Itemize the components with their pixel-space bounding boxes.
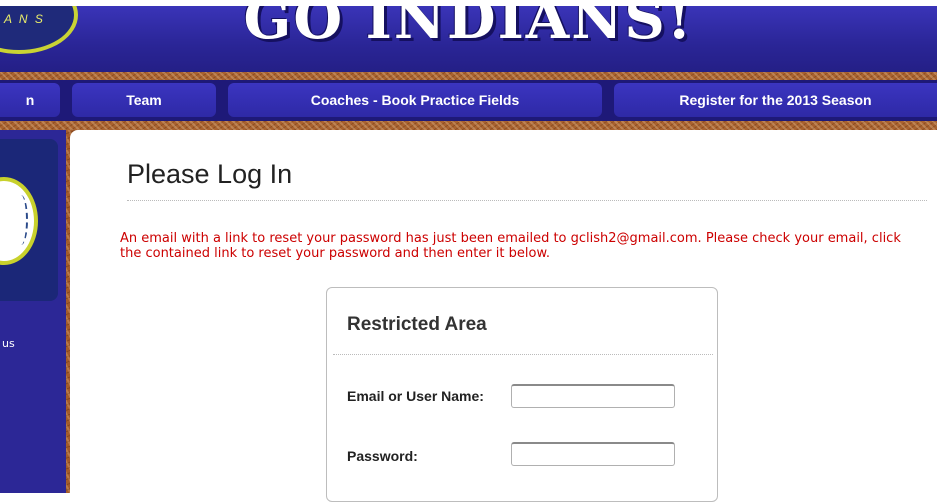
page-title: Please Log In — [127, 159, 293, 189]
login-divider — [333, 354, 713, 355]
nav-item-book-fields[interactable]: Coaches - Book Practice Fields — [228, 83, 602, 117]
nav-item-team[interactable]: Team — [72, 83, 216, 117]
reset-notice: An email with a link to reset your passw… — [120, 231, 901, 261]
nav-item-register[interactable]: Register for the 2013 Season — [614, 83, 937, 117]
login-heading: Restricted Area — [347, 314, 487, 335]
nav-item-partial[interactable]: n — [0, 83, 60, 117]
password-label: Password: — [347, 448, 418, 464]
left-sidebar: us — [0, 130, 66, 493]
main-content: Please Log In An email with a link to re… — [70, 130, 937, 502]
dirt-divider — [0, 72, 937, 80]
dirt-divider — [0, 121, 937, 130]
site-header: A N S GO INDIANS! — [0, 6, 937, 72]
title-divider — [127, 200, 927, 201]
baseball-logo-icon — [0, 177, 38, 265]
password-field[interactable] — [511, 442, 675, 466]
banner-title: GO INDIANS! — [243, 6, 694, 52]
email-field[interactable] — [511, 384, 675, 408]
sidebar-link[interactable]: us — [2, 337, 15, 350]
main-nav: n Team Coaches - Book Practice Fields Re… — [0, 80, 937, 121]
login-box: Restricted Area Email or User Name: Pass… — [326, 287, 718, 502]
baseball-seam — [14, 195, 28, 245]
email-label: Email or User Name: — [347, 388, 484, 404]
sidebar-logo-panel — [0, 139, 58, 301]
